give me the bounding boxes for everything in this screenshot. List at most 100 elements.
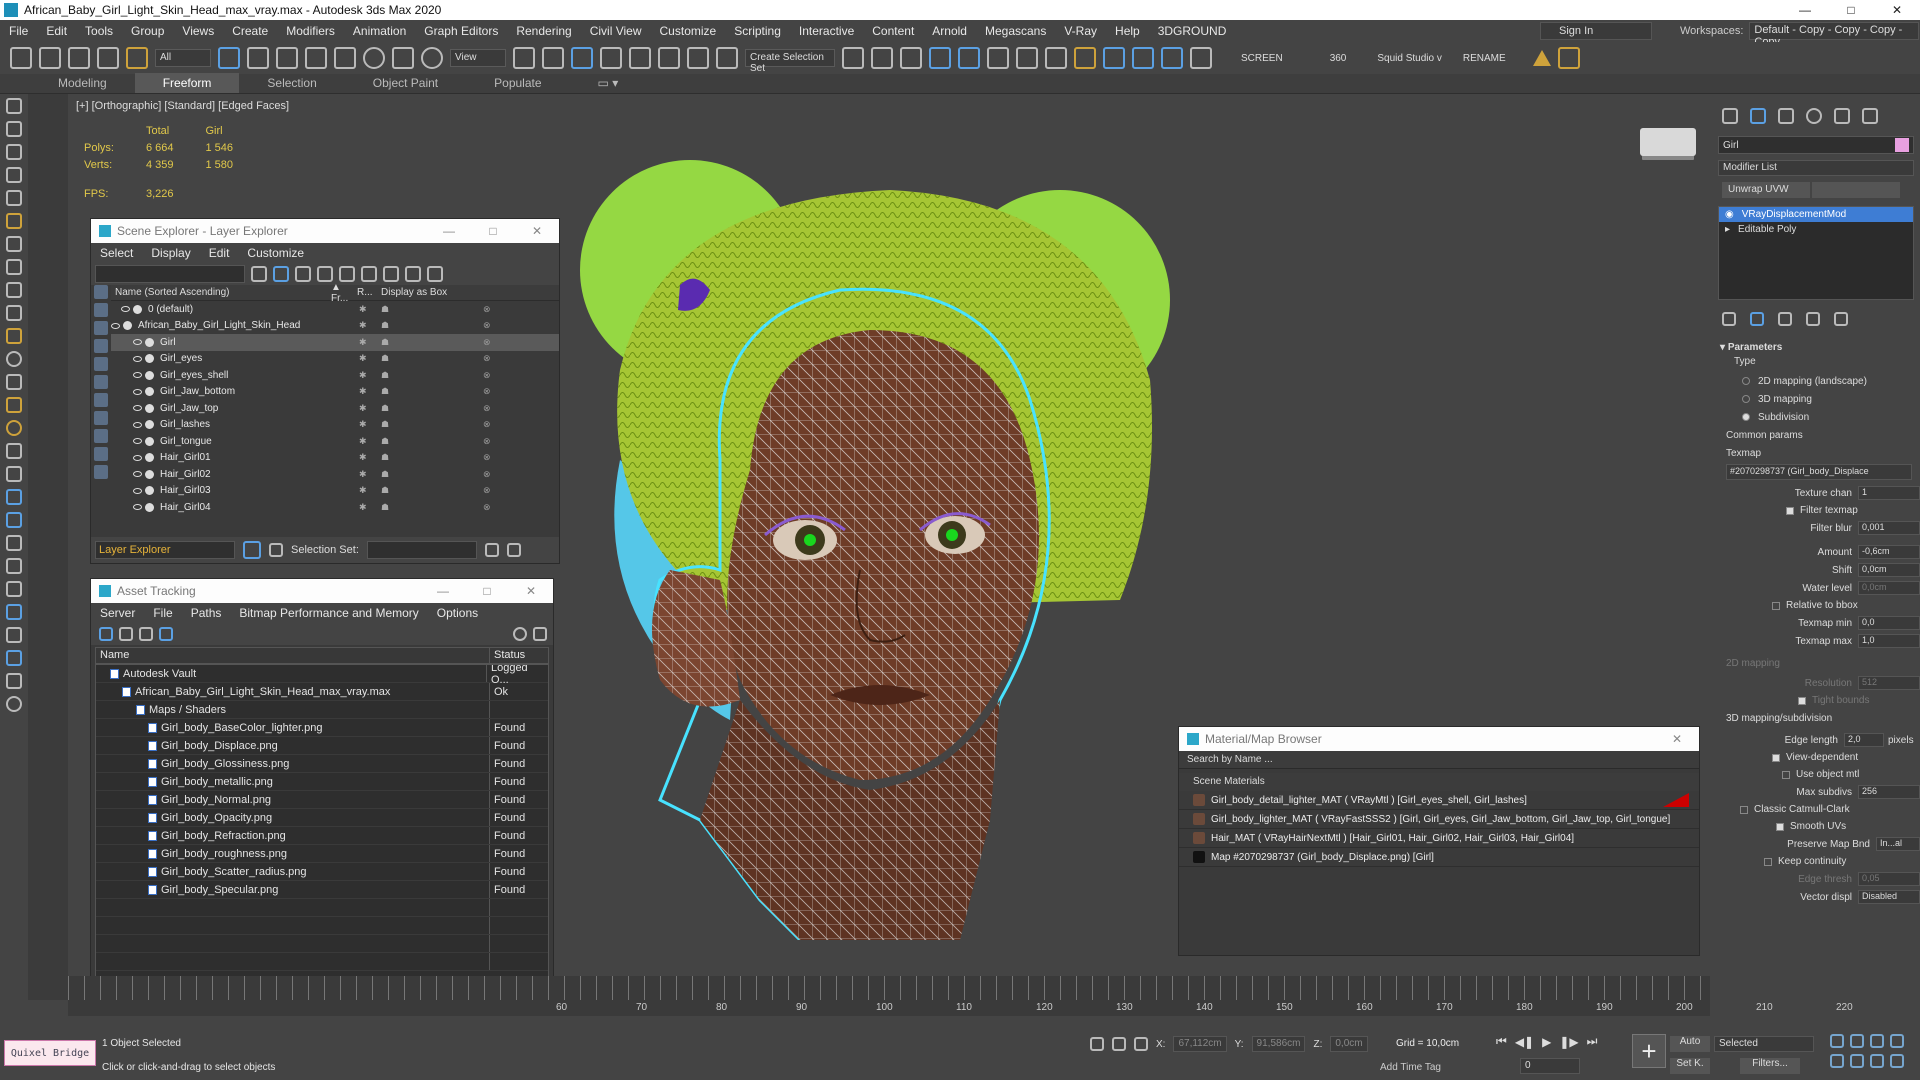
tool-icon-3[interactable] — [6, 144, 22, 160]
material-row[interactable]: Hair_MAT ( VRayHairNextMtl ) [Hair_Girl0… — [1179, 829, 1699, 848]
snaps-toggle-icon[interactable] — [600, 47, 622, 69]
side-tab-9[interactable] — [94, 429, 108, 443]
align-icon[interactable] — [871, 47, 893, 69]
layers-icon[interactable] — [405, 266, 421, 282]
z-coordinate[interactable]: 0,0cm — [1330, 1036, 1368, 1052]
side-tab-2[interactable] — [94, 303, 108, 317]
menu-file[interactable]: File — [0, 24, 37, 38]
object-state-icon[interactable] — [145, 436, 154, 446]
zoom-icon[interactable] — [1830, 1034, 1844, 1048]
menu-rendering[interactable]: Rendering — [507, 24, 580, 38]
renderable-icon[interactable]: ☗ — [381, 386, 389, 397]
scene-row[interactable]: Girl_lashes ✱ ☗ ⊗ — [111, 417, 559, 434]
explorer-type-dropdown[interactable]: Layer Explorer — [95, 541, 235, 559]
vector-displ-dropdown[interactable]: Disabled — [1858, 890, 1920, 904]
keep-continuity-checkbox[interactable]: Keep continuity — [1712, 853, 1920, 870]
scene-materials-section[interactable]: Scene Materials — [1179, 773, 1699, 791]
next-frame-icon[interactable]: ❚▶ — [1559, 1035, 1578, 1049]
tool-icon-14[interactable] — [6, 397, 22, 413]
side-tab-10[interactable] — [94, 447, 108, 461]
panel-close-button[interactable]: ✕ — [515, 224, 559, 238]
tool-icon-22[interactable] — [6, 581, 22, 597]
asset-minimize-button[interactable]: — — [421, 584, 465, 598]
display-as-box-icon[interactable]: ⊗ — [483, 485, 491, 496]
material-editor-icon[interactable] — [1045, 47, 1067, 69]
scene-menu-select[interactable]: Select — [91, 246, 142, 260]
quixel-bridge-button[interactable]: Quixel Bridge — [4, 1040, 96, 1066]
find-icon[interactable] — [427, 266, 443, 282]
scene-row[interactable]: Girl ✱ ☗ ⊗ — [111, 334, 559, 351]
water-level-spinner[interactable]: 0,0cm — [1858, 581, 1920, 595]
asset-menu-paths[interactable]: Paths — [182, 606, 231, 620]
menu-megascans[interactable]: Megascans — [976, 24, 1055, 38]
render-setup-icon[interactable] — [1074, 47, 1096, 69]
zoom-extents-icon[interactable] — [1870, 1034, 1884, 1048]
tab-object-paint[interactable]: Object Paint — [345, 73, 466, 93]
visibility-eye-icon[interactable] — [133, 487, 142, 494]
asset-row[interactable]: Girl_body_Normal.png Found — [96, 791, 548, 809]
tool-icon-13[interactable] — [6, 374, 22, 390]
lock-icon[interactable] — [295, 266, 311, 282]
tool-icon-19[interactable] — [6, 512, 22, 528]
scene-row[interactable]: African_Baby_Girl_Light_Skin_Head ✱ ☗ ⊗ — [111, 318, 559, 335]
object-state-icon[interactable] — [123, 321, 132, 331]
tool-icon-24[interactable] — [6, 627, 22, 643]
redo-icon[interactable] — [39, 47, 61, 69]
spinner-snap-icon[interactable] — [687, 47, 709, 69]
visibility-eye-icon[interactable]: ◉ — [1725, 209, 1734, 220]
display-as-box-icon[interactable]: ⊗ — [483, 469, 491, 480]
angle-snap-icon[interactable] — [629, 47, 651, 69]
asset-tracking-titlebar[interactable]: Asset Tracking — □ ✕ — [91, 579, 553, 603]
play-icon[interactable]: ▶ — [1542, 1035, 1551, 1049]
display-as-box-icon[interactable]: ⊗ — [483, 386, 491, 397]
shift-spinner[interactable]: 0,0cm — [1858, 563, 1920, 577]
renderable-icon[interactable]: ☗ — [381, 469, 389, 480]
scene-explorer-titlebar[interactable]: Scene Explorer - Layer Explorer — □ ✕ — [91, 219, 559, 243]
close-button[interactable]: ✕ — [1874, 3, 1920, 17]
freeze-icon[interactable]: ✱ — [359, 370, 367, 381]
freeze-icon[interactable]: ✱ — [359, 419, 367, 430]
tool-icon-15[interactable] — [6, 420, 22, 436]
renderable-icon[interactable]: ☗ — [381, 337, 389, 348]
visibility-eye-icon[interactable] — [133, 438, 142, 445]
make-unique-icon[interactable] — [1778, 312, 1792, 326]
texmap-button[interactable]: #2070298737 (Girl_body_Displace — [1726, 464, 1912, 480]
object-state-icon[interactable] — [145, 486, 154, 496]
scissors-icon[interactable] — [1557, 47, 1580, 69]
visibility-eye-icon[interactable] — [133, 388, 142, 395]
go-to-start-icon[interactable]: ⏮ — [1496, 1034, 1507, 1049]
scene-row[interactable]: Girl_Jaw_top ✱ ☗ ⊗ — [111, 400, 559, 417]
x-coordinate[interactable]: 67,112cm — [1173, 1036, 1227, 1052]
menu-create[interactable]: Create — [223, 24, 277, 38]
selset-add-icon[interactable] — [484, 543, 499, 557]
add-to-layer-icon[interactable] — [339, 266, 355, 282]
tab-populate[interactable]: Populate — [466, 73, 569, 93]
new-layer-icon[interactable] — [317, 266, 333, 282]
scene-row[interactable]: Hair_Girl03 ✱ ☗ ⊗ — [111, 483, 559, 500]
configure-sets-icon[interactable] — [1834, 312, 1848, 326]
sign-in-button[interactable]: Sign In — [1540, 22, 1652, 40]
tool-icon-20[interactable] — [6, 535, 22, 551]
tool-icon-21[interactable] — [6, 558, 22, 574]
freeze-icon[interactable]: ✱ — [359, 485, 367, 496]
smooth-uvs-checkbox[interactable]: Smooth UVs — [1712, 818, 1920, 835]
named-selection-dropdown[interactable]: Create Selection Set — [745, 49, 835, 74]
placement-icon[interactable] — [421, 47, 443, 69]
asset-menu-server[interactable]: Server — [91, 606, 144, 620]
rendered-frame-icon[interactable] — [1103, 47, 1125, 69]
tool-icon-7[interactable] — [6, 236, 22, 252]
scene-row[interactable]: Girl_Jaw_bottom ✱ ☗ ⊗ — [111, 384, 559, 401]
unlink-icon[interactable] — [97, 47, 119, 69]
material-row[interactable]: Girl_body_lighter_MAT ( VRayFastSSS2 ) [… — [1179, 810, 1699, 829]
col-render-header[interactable]: R... — [357, 287, 381, 298]
toggle-ribbon-icon[interactable] — [958, 47, 980, 69]
menu-views[interactable]: Views — [173, 24, 223, 38]
hierarchy-tab-icon[interactable] — [1778, 108, 1794, 124]
texmap-max-spinner[interactable]: 1,0 — [1858, 634, 1920, 648]
asset-menu-file[interactable]: File — [144, 606, 181, 620]
freeze-icon[interactable]: ✱ — [359, 469, 367, 480]
tool-icon-16[interactable] — [6, 443, 22, 459]
filter-blur-spinner[interactable]: 0,001 — [1858, 521, 1920, 535]
tool-icon-23[interactable] — [6, 604, 22, 620]
scale-icon[interactable] — [392, 47, 414, 69]
